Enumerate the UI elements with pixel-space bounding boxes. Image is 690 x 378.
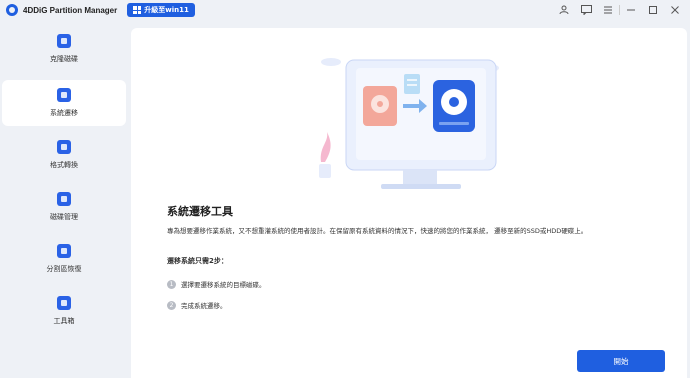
minimize-icon[interactable]: [620, 2, 642, 18]
step-item: 1 選擇要遷移系統的目標磁碟。: [167, 279, 266, 289]
app-logo-icon: [6, 4, 18, 16]
sidebar-item-clone-disk[interactable]: 克隆磁碟: [2, 26, 126, 72]
title-bar: 4DDiG Partition Manager 升級至win11: [0, 0, 690, 20]
user-icon[interactable]: [553, 2, 575, 18]
windows-icon: [133, 6, 142, 14]
upgrade-win11-button[interactable]: 升級至win11: [127, 3, 195, 17]
close-icon[interactable]: [664, 2, 686, 18]
step-number: 1: [167, 279, 176, 289]
sidebar-item-partition-recovery[interactable]: 分割區恢復: [2, 236, 126, 282]
format-convert-icon: [57, 140, 71, 154]
feedback-icon[interactable]: [575, 2, 597, 18]
steps-title: 遷移系統只需2步：: [167, 257, 228, 265]
app-title: 4DDiG Partition Manager: [23, 5, 118, 15]
menu-icon[interactable]: [597, 2, 619, 18]
toolbox-icon: [57, 296, 71, 310]
step-item: 2 完成系統遷移。: [167, 300, 227, 310]
sidebar-item-toolbox[interactable]: 工具箱: [2, 288, 126, 334]
step-text: 完成系統遷移。: [181, 302, 227, 310]
disk-management-icon: [57, 192, 71, 206]
clone-disk-icon: [57, 34, 71, 48]
sidebar-item-label: 系統遷移: [50, 109, 78, 117]
sidebar-item-label: 磁碟管理: [50, 213, 78, 221]
sidebar-item-label: 克隆磁碟: [50, 55, 78, 63]
sidebar: 克隆磁碟 系統遷移 格式轉換 磁碟管理 分割區恢復 工具箱: [0, 26, 128, 378]
sidebar-item-disk-management[interactable]: 磁碟管理: [2, 184, 126, 230]
page-description: 專為想要遷移作業系統，又不想重灌系統的使用者設計。在保留原有系統資料的情況下，快…: [167, 227, 588, 235]
sidebar-item-label: 分割區恢復: [46, 265, 82, 273]
sidebar-item-label: 工具箱: [53, 317, 75, 325]
maximize-icon[interactable]: [642, 2, 664, 18]
system-migration-icon: [57, 88, 71, 102]
sidebar-item-format-convert[interactable]: 格式轉換: [2, 132, 126, 178]
partition-recovery-icon: [57, 244, 71, 258]
start-button[interactable]: 開始: [577, 350, 665, 372]
window-controls: [553, 2, 686, 18]
step-text: 選擇要遷移系統的目標磁碟。: [181, 281, 266, 289]
page-title: 系統遷移工具: [167, 205, 233, 218]
main-panel: 系統遷移工具 專為想要遷移作業系統，又不想重灌系統的使用者設計。在保留原有系統資…: [131, 28, 687, 378]
upgrade-label: 升級至win11: [144, 6, 189, 14]
sidebar-item-system-migration[interactable]: 系統遷移: [2, 80, 126, 126]
migration-illustration: [319, 58, 499, 189]
step-number: 2: [167, 300, 176, 310]
sidebar-item-label: 格式轉換: [50, 161, 78, 169]
